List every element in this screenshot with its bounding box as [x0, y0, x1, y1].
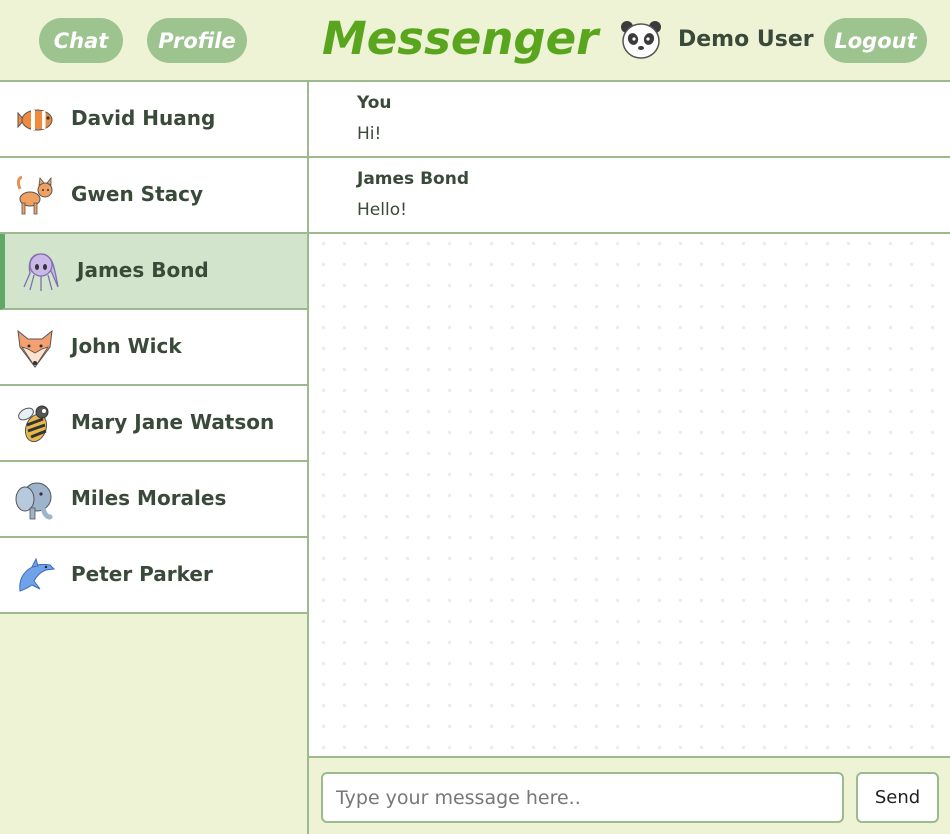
octopus-icon: [23, 253, 59, 291]
current-user-name: Demo User: [678, 27, 814, 52]
message-text: Hello!: [357, 200, 407, 220]
message-input[interactable]: [321, 772, 844, 823]
contact-list: David Huang Gwen Stacy James Bond John W…: [0, 82, 309, 834]
contact-name: James Bond: [77, 258, 209, 282]
contact-item[interactable]: Peter Parker: [0, 538, 307, 614]
panda-icon: [621, 21, 661, 59]
contact-name: David Huang: [71, 106, 216, 130]
message-sender: You: [357, 93, 392, 113]
send-button[interactable]: Send: [856, 772, 939, 823]
contact-name: John Wick: [71, 334, 182, 358]
chat-nav-button[interactable]: Chat: [39, 18, 123, 63]
message-sender: James Bond: [357, 169, 469, 189]
contact-item[interactable]: Mary Jane Watson: [0, 386, 307, 462]
clownfish-icon: [17, 109, 53, 131]
contact-name: Miles Morales: [71, 486, 227, 510]
contact-item-selected[interactable]: James Bond: [0, 234, 307, 310]
profile-nav-button[interactable]: Profile: [147, 18, 247, 63]
elephant-icon: [15, 482, 53, 520]
contact-item[interactable]: John Wick: [0, 310, 307, 386]
contact-item[interactable]: David Huang: [0, 82, 307, 158]
message-text: Hi!: [357, 124, 382, 144]
chat-panel: You Hi! James Bond Hello! Send: [309, 82, 950, 834]
logout-button[interactable]: Logout: [824, 18, 927, 63]
message: James Bond Hello!: [309, 158, 950, 234]
top-bar: Chat Profile Messenger Demo User Logout: [0, 0, 950, 82]
app-title: Messenger: [322, 12, 599, 65]
message-composer: Send: [309, 756, 950, 834]
contact-item[interactable]: Miles Morales: [0, 462, 307, 538]
bee-icon: [18, 405, 49, 443]
contact-item[interactable]: Gwen Stacy: [0, 158, 307, 234]
contact-name: Mary Jane Watson: [71, 410, 275, 434]
fox-icon: [17, 329, 53, 368]
contact-name: Gwen Stacy: [71, 182, 204, 206]
dolphin-icon: [19, 557, 56, 592]
cat-icon: [16, 175, 53, 215]
contact-name: Peter Parker: [71, 562, 213, 586]
message: You Hi!: [309, 82, 950, 158]
